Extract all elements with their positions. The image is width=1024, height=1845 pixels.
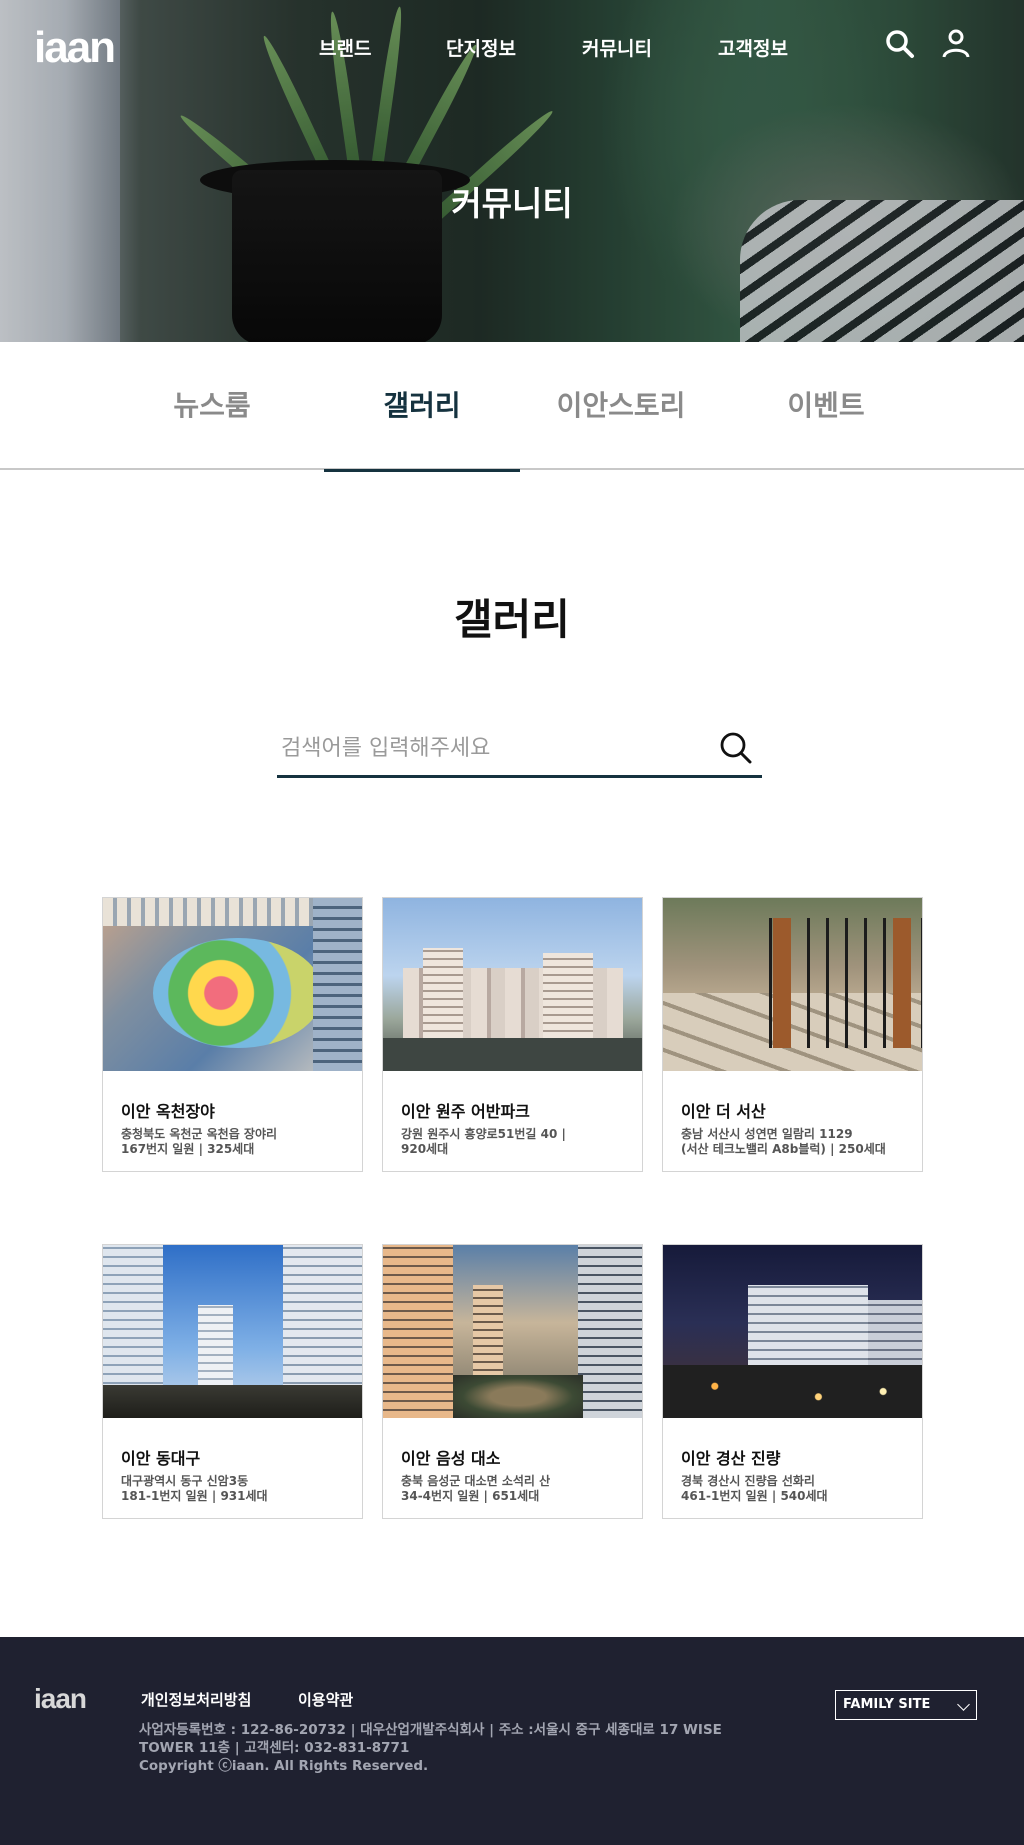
user-icon[interactable] <box>940 28 972 60</box>
thumb-trees <box>103 1385 362 1418</box>
company-info-line: 사업자등록번호 : 122-86-20732 | 대우산업개발주식회사 | 주소… <box>139 1722 722 1738</box>
chevron-down-icon <box>957 1698 970 1711</box>
gallery-card-title: 이안 음성 대소 <box>401 1449 501 1468</box>
gallery-card-address-line: 충북 음성군 대소면 소석리 산 <box>401 1474 551 1488</box>
site-footer: iaan 개인정보처리방침 이용약관 사업자등록번호 : 122-86-2073… <box>0 1637 1024 1845</box>
gallery-card[interactable]: 이안 옥천장야 충청북도 옥천군 옥천읍 장야리 167번지 일원 | 325세… <box>102 897 363 1172</box>
gallery-card-title: 이안 원주 어반파크 <box>401 1102 530 1121</box>
thumb-building <box>383 1245 453 1418</box>
nav-item-brand[interactable]: 브랜드 <box>319 34 371 61</box>
thumb-post <box>773 918 791 1048</box>
thumb-road <box>383 1038 642 1071</box>
gallery-card-address-line: 920세대 <box>401 1142 449 1156</box>
gallery-thumbnail <box>663 1245 922 1418</box>
thumb-post <box>893 918 911 1048</box>
family-site-select[interactable]: FAMILY SITE <box>835 1690 977 1720</box>
gallery-card-title: 이안 옥천장야 <box>121 1102 215 1121</box>
main-nav: 브랜드 단지정보 커뮤니티 고객정보 <box>0 34 1024 64</box>
tab-gallery[interactable]: 갤러리 <box>324 342 520 472</box>
community-tabs: 뉴스룸 갤러리 이안스토리 이벤트 <box>0 342 1024 472</box>
gallery-thumbnail <box>663 898 922 1071</box>
gallery-card-address-line: 461-1번지 일원 | 540세대 <box>681 1489 828 1503</box>
privacy-policy-link[interactable]: 개인정보처리방침 <box>141 1689 251 1710</box>
gallery-card-title: 이안 동대구 <box>121 1449 201 1468</box>
gallery-card[interactable]: 이안 동대구 대구광역시 동구 신암3동 181-1번지 일원 | 931세대 <box>102 1244 363 1519</box>
company-info-line: TOWER 11층 | 고객센터: 032-831-8771 <box>139 1740 410 1756</box>
gallery-thumbnail <box>103 898 362 1071</box>
gallery-card-address-line: 충청북도 옥천군 옥천읍 장야리 <box>121 1127 278 1141</box>
search-bar <box>277 722 762 778</box>
gallery-card-address-line: 강원 원주시 흥양로51번길 40 | <box>401 1127 566 1141</box>
hero-banner: iaan 브랜드 단지정보 커뮤니티 고객정보 커뮤니티 <box>0 0 1024 342</box>
gallery-card[interactable]: 이안 더 서산 충남 서산시 성연면 일람리 1129 (서산 테크노밸리 A8… <box>662 897 923 1172</box>
search-icon[interactable] <box>718 730 754 766</box>
terms-link[interactable]: 이용약관 <box>298 1689 353 1710</box>
thumb-lights <box>663 1365 922 1418</box>
hero-title: 커뮤니티 <box>451 184 573 223</box>
tab-event[interactable]: 이벤트 <box>728 342 924 470</box>
nav-item-community[interactable]: 커뮤니티 <box>582 34 652 61</box>
gallery-thumbnail <box>383 898 642 1071</box>
gallery-card-address-line: 34-4번지 일원 | 651세대 <box>401 1489 540 1503</box>
gallery-card[interactable]: 이안 음성 대소 충북 음성군 대소면 소석리 산 34-4번지 일원 | 65… <box>382 1244 643 1519</box>
gallery-card-address-line: 181-1번지 일원 | 931세대 <box>121 1489 268 1503</box>
footer-logo[interactable]: iaan <box>34 1683 87 1715</box>
thumb-building <box>543 953 593 1038</box>
gallery-card-address-line: 대구광역시 동구 신암3동 <box>121 1474 249 1488</box>
gallery-card-title: 이안 경산 진량 <box>681 1449 781 1468</box>
thumb-building <box>578 1245 642 1418</box>
nav-item-customer-info[interactable]: 고객정보 <box>718 34 788 61</box>
gallery-card-address: 충북 음성군 대소면 소석리 산 34-4번지 일원 | 651세대 <box>401 1474 631 1504</box>
thumb-garden <box>453 1375 583 1418</box>
nav-item-complex-info[interactable]: 단지정보 <box>446 34 516 61</box>
gallery-card-address: 충청북도 옥천군 옥천읍 장야리 167번지 일원 | 325세대 <box>121 1127 351 1157</box>
search-icon[interactable] <box>884 28 916 60</box>
gallery-card-title: 이안 더 서산 <box>681 1102 766 1121</box>
search-input[interactable] <box>281 730 701 766</box>
thumb-building <box>473 1285 503 1385</box>
gallery-card-address-line: 167번지 일원 | 325세대 <box>121 1142 255 1156</box>
gallery-card-address: 충남 서산시 성연면 일람리 1129 (서산 테크노밸리 A8b블럭) | 2… <box>681 1127 911 1157</box>
gallery-card-address-line: 충남 서산시 성연면 일람리 1129 <box>681 1127 853 1141</box>
gallery-card[interactable]: 이안 원주 어반파크 강원 원주시 흥양로51번길 40 | 920세대 <box>382 897 643 1172</box>
company-info: 사업자등록번호 : 122-86-20732 | 대우산업개발주식회사 | 주소… <box>139 1721 759 1775</box>
gallery-card-address: 강원 원주시 흥양로51번길 40 | 920세대 <box>401 1127 631 1157</box>
gallery-card[interactable]: 이안 경산 진량 경북 경산시 진량읍 선화리 461-1번지 일원 | 540… <box>662 1244 923 1519</box>
gallery-card-address-line: 경북 경산시 진량읍 선화리 <box>681 1474 815 1488</box>
gallery-thumbnail <box>103 1245 362 1418</box>
gallery-card-address: 대구광역시 동구 신암3동 181-1번지 일원 | 931세대 <box>121 1474 351 1504</box>
thumb-building <box>313 898 362 1071</box>
tab-iaan-story[interactable]: 이안스토리 <box>523 342 719 470</box>
copyright: Copyright ⓒiaan. All Rights Reserved. <box>139 1758 429 1774</box>
tab-newsroom[interactable]: 뉴스룸 <box>114 342 310 470</box>
gallery-card-address: 경북 경산시 진량읍 선화리 461-1번지 일원 | 540세대 <box>681 1474 911 1504</box>
thumb-playground <box>153 938 323 1048</box>
gallery-thumbnail <box>383 1245 642 1418</box>
family-site-label: FAMILY SITE <box>843 1697 931 1712</box>
page-title: 갤러리 <box>454 595 570 644</box>
thumb-building <box>423 948 463 1038</box>
gallery-card-address-line: (서산 테크노밸리 A8b블럭) | 250세대 <box>681 1142 886 1156</box>
